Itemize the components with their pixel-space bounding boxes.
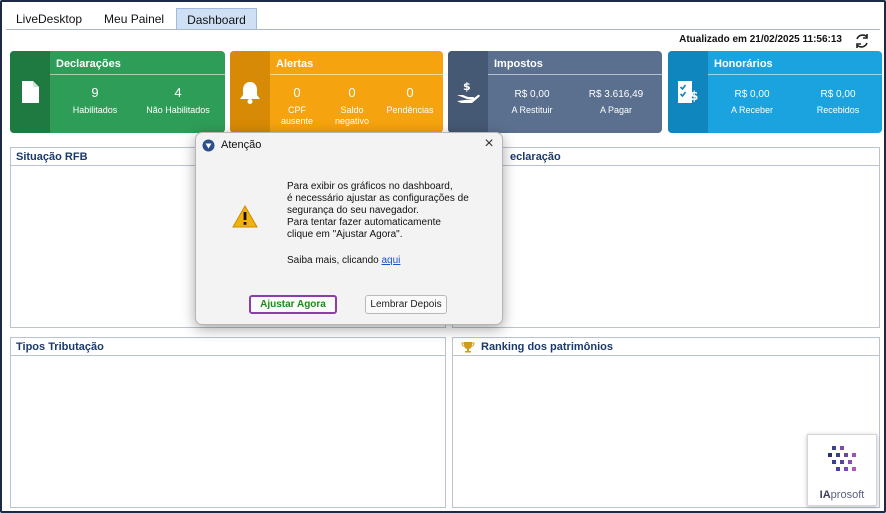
- metric-a-restituir: R$ 0,00 A Restituir: [500, 89, 564, 116]
- message-line: Para exibir os gráficos no dashboard,: [287, 181, 453, 192]
- panel-title: eclaração: [453, 148, 879, 166]
- metric-label: A Receber: [730, 105, 774, 115]
- metric-label: Habilitados: [72, 105, 118, 115]
- card-impostos-icon-area: $: [448, 51, 488, 133]
- logo-text: IAprosoft: [808, 489, 876, 501]
- panel-declaracao: eclaração: [452, 147, 880, 328]
- document-icon: [22, 81, 39, 103]
- card-title: Declarações: [56, 58, 121, 70]
- tab-meu-painel[interactable]: Meu Painel: [94, 8, 174, 30]
- card-title-divider: [708, 74, 882, 75]
- metric-label: A Restituir: [511, 105, 553, 115]
- trophy-icon: [461, 341, 475, 352]
- svg-text:$: $: [463, 80, 471, 93]
- close-icon[interactable]: ×: [482, 136, 496, 152]
- attention-dialog: Atenção × Para exibir os gráficos no das…: [195, 132, 503, 325]
- metric-label-line: CPF: [288, 105, 306, 115]
- lembrar-depois-button[interactable]: Lembrar Depois: [365, 295, 447, 314]
- metric-saldo-negativo: 0 Saldo negativo: [330, 85, 374, 127]
- ajustar-agora-button[interactable]: Ajustar Agora: [249, 295, 337, 314]
- metric-habilitados: 9 Habilitados: [65, 85, 125, 116]
- metric-value: 9: [91, 85, 99, 100]
- invoice-check-icon: $: [678, 81, 698, 103]
- tab-livedesktop[interactable]: LiveDesktop: [6, 8, 92, 30]
- panel-title-text: eclaração: [510, 150, 561, 163]
- iaprosoft-logo: IAprosoft: [807, 434, 877, 506]
- metric-value: 4: [174, 85, 182, 100]
- card-honorarios[interactable]: $ Honorários R$ 0,00 A Receber R$ 0,00 R…: [668, 51, 882, 133]
- metric-value: 0: [293, 85, 301, 100]
- card-title: Honorários: [714, 58, 773, 70]
- card-alertas[interactable]: Alertas 0 CPF ausente 0 Saldo negativo 0…: [230, 51, 443, 133]
- app-frame: LiveDesktop Meu Painel Dashboard Atualiz…: [0, 0, 886, 513]
- logo-text-prosoft: prosoft: [830, 489, 865, 501]
- card-title-divider: [488, 74, 662, 75]
- metric-label: Pendências: [386, 105, 434, 115]
- tab-dashboard[interactable]: Dashboard: [176, 8, 257, 30]
- updated-timestamp: Atualizado em 21/02/2025 11:56:13: [679, 34, 842, 45]
- metric-label: Saldo negativo: [330, 105, 374, 127]
- metric-a-receber: R$ 0,00 A Receber: [720, 89, 784, 116]
- metric-value: R$ 0,00: [514, 89, 550, 100]
- dialog-title: Atenção: [221, 139, 262, 151]
- metric-value: R$ 0,00: [820, 89, 856, 100]
- metric-nao-habilitados: 4 Não Habilitados: [138, 85, 218, 116]
- card-alertas-icon-area: [230, 51, 270, 133]
- metric-a-pagar: R$ 3.616,49 A Pagar: [578, 89, 654, 116]
- dialog-message: Para exibir os gráficos no dashboard, é …: [287, 181, 487, 267]
- metric-recebidos: R$ 0,00 Recebidos: [806, 89, 870, 116]
- metric-label: Não Habilitados: [146, 105, 210, 115]
- card-honorarios-icon-area: $: [668, 51, 708, 133]
- message-line: Para tentar fazer automaticamente: [287, 217, 441, 228]
- card-title: Alertas: [276, 58, 314, 70]
- card-title: Impostos: [494, 58, 543, 70]
- message-line: é necessário ajustar as configurações de: [287, 193, 469, 204]
- refresh-icon[interactable]: [854, 33, 870, 49]
- metric-label: CPF ausente: [278, 105, 316, 127]
- bell-icon: [240, 82, 260, 104]
- hand-money-icon: $: [457, 80, 480, 103]
- metric-value: R$ 0,00: [734, 89, 770, 100]
- metric-label: A Pagar: [599, 105, 633, 115]
- card-title-divider: [50, 74, 225, 75]
- saiba-mais-link[interactable]: aqui: [382, 255, 401, 266]
- shield-icon: [202, 139, 215, 151]
- panel-title: Ranking dos patrimônios: [453, 338, 879, 356]
- panel-title: Tipos Tributação: [11, 338, 445, 356]
- card-title-divider: [270, 74, 443, 75]
- message-line: segurança do seu navegador.: [287, 205, 419, 216]
- svg-text:$: $: [690, 89, 698, 103]
- card-impostos[interactable]: $ Impostos R$ 0,00 A Restituir R$ 3.616,…: [448, 51, 662, 133]
- panel-title-text: Ranking dos patrimônios: [481, 340, 614, 353]
- card-declaracoes[interactable]: Declarações 9 Habilitados 4 Não Habilita…: [10, 51, 225, 133]
- metric-value: 0: [406, 85, 414, 100]
- tab-bar: LiveDesktop Meu Painel Dashboard: [6, 8, 259, 30]
- logo-text-ia: IA: [819, 489, 831, 501]
- saiba-mais-line: Saiba mais, clicando aqui: [287, 255, 487, 267]
- panel-tipos-tributacao: Tipos Tributação: [10, 337, 446, 508]
- dialog-header: Atenção: [196, 133, 502, 157]
- metric-cpf-ausente: 0 CPF ausente: [278, 85, 316, 127]
- message-line: clique em "Ajustar Agora".: [287, 229, 403, 240]
- metric-label-line: negativo: [334, 116, 370, 126]
- iaprosoft-logo-mark: [828, 446, 856, 471]
- warning-icon: [232, 205, 258, 228]
- metric-label-line: ausente: [280, 116, 314, 126]
- metric-label: Recebidos: [816, 105, 860, 115]
- tab-divider: [6, 29, 880, 30]
- metric-value: 0: [348, 85, 356, 100]
- saiba-mais-text: Saiba mais, clicando: [287, 255, 382, 266]
- metric-value: R$ 3.616,49: [588, 89, 644, 100]
- card-declaracoes-icon-area: [10, 51, 50, 133]
- metric-label-line: Saldo: [340, 105, 364, 115]
- metric-pendencias: 0 Pendências: [382, 85, 438, 116]
